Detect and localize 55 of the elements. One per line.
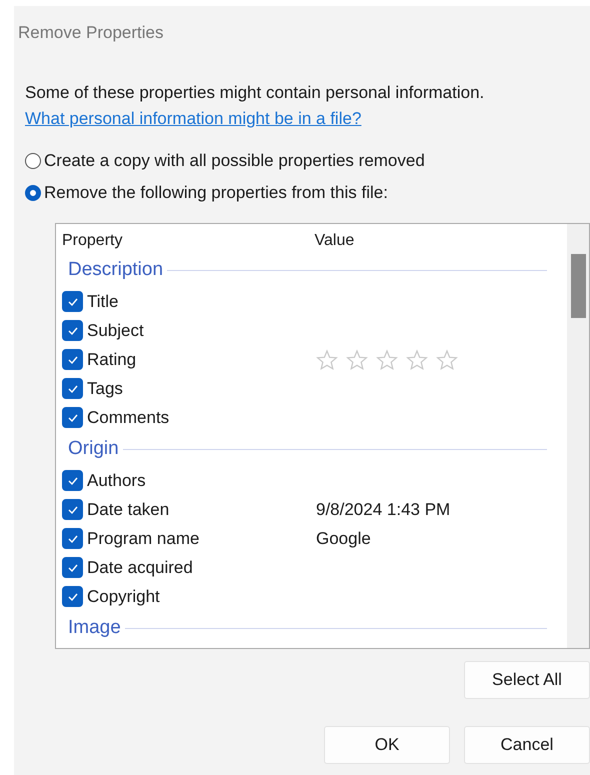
check-icon: [66, 476, 78, 486]
checkbox[interactable]: [62, 320, 83, 341]
help-link[interactable]: What personal information might be in a file?: [25, 109, 362, 129]
property-name: Title: [87, 292, 118, 312]
check-icon: [66, 412, 78, 422]
property-name: Copyright: [87, 586, 160, 606]
star-icon: [316, 348, 338, 370]
radio-button[interactable]: [25, 185, 41, 201]
star-icon: [406, 348, 428, 370]
select-all-button[interactable]: Select All: [464, 661, 590, 699]
checkbox[interactable]: [62, 499, 83, 520]
star-icon: [376, 348, 398, 370]
star-icon: [346, 348, 368, 370]
column-header[interactable]: Property: [62, 232, 314, 250]
checkbox[interactable]: [62, 528, 83, 549]
checkbox[interactable]: [62, 407, 83, 428]
property-name: Date taken: [87, 500, 170, 520]
check-icon: [66, 296, 78, 306]
star-rating[interactable]: [316, 348, 458, 370]
check-icon: [66, 504, 78, 514]
group-heading: Description: [68, 259, 164, 281]
check-icon: [66, 326, 78, 336]
cancel-button[interactable]: Cancel: [464, 726, 590, 764]
scrollbar[interactable]: [567, 224, 589, 648]
column-header[interactable]: Value: [314, 232, 567, 250]
check-icon: [66, 384, 78, 394]
ok-button[interactable]: OK: [324, 726, 450, 764]
checkbox[interactable]: [62, 291, 83, 312]
group-heading: Origin: [68, 438, 119, 460]
window-title: Remove Properties: [18, 23, 165, 44]
checkbox[interactable]: [62, 557, 83, 578]
radio-button[interactable]: [25, 153, 41, 169]
property-name: Date acquired: [87, 558, 193, 578]
property-name: Tags: [87, 378, 123, 398]
option-label[interactable]: Create a copy with all possible properties removed: [44, 151, 425, 171]
check-icon: [66, 534, 78, 544]
checkbox[interactable]: [62, 349, 83, 370]
option-label[interactable]: Remove the following properties from this file:: [44, 183, 388, 203]
intro-text: Some of these properties might contain personal information.: [25, 83, 486, 103]
star-icon: [436, 348, 458, 370]
property-name: Comments: [87, 408, 170, 428]
check-icon: [66, 592, 78, 602]
property-value: 9/8/2024 1:43 PM: [316, 500, 450, 518]
checkbox[interactable]: [62, 586, 83, 607]
property-name: Rating: [87, 350, 136, 370]
property-name: Authors: [87, 470, 146, 490]
group-heading: Image: [68, 617, 121, 639]
checkbox[interactable]: [62, 378, 83, 399]
property-name: Subject: [87, 320, 144, 340]
check-icon: [66, 354, 78, 364]
property-name: Program name: [87, 528, 200, 548]
checkbox[interactable]: [62, 470, 83, 491]
check-icon: [66, 562, 78, 572]
property-value: Google: [316, 528, 371, 548]
scrollbar-thumb[interactable]: [571, 254, 586, 318]
